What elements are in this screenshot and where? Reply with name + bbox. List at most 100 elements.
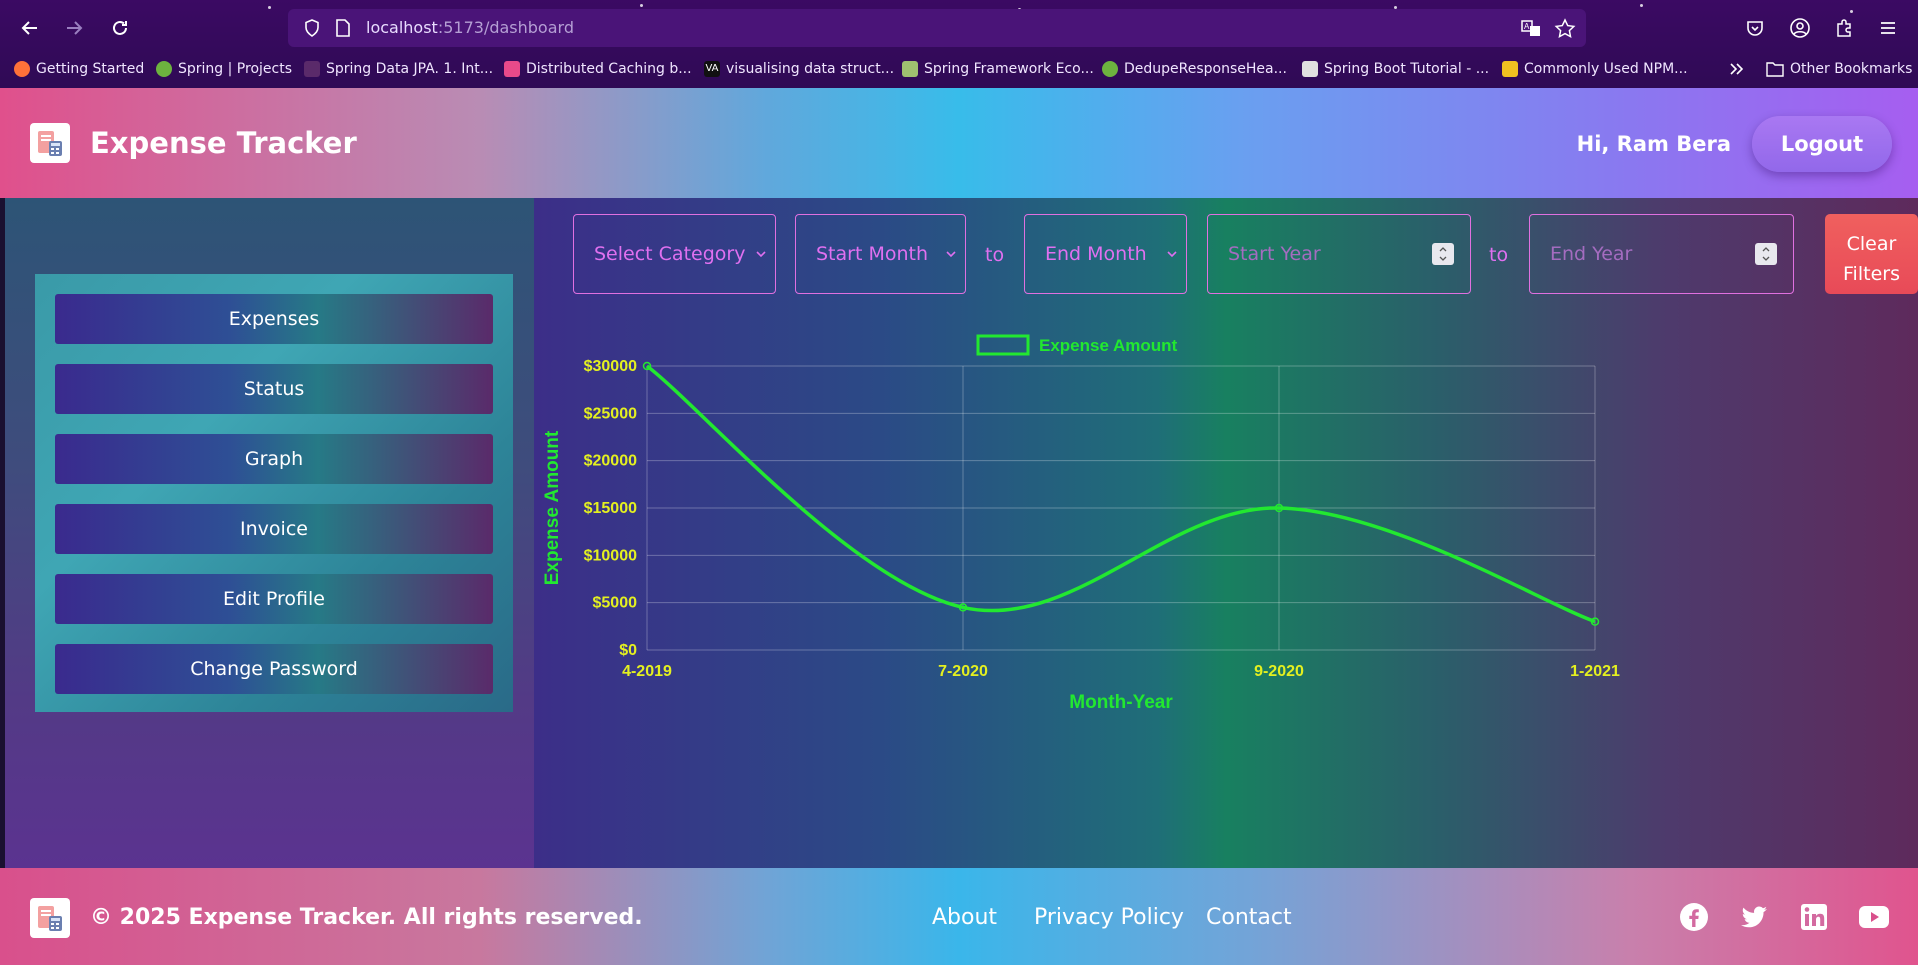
facebook-link[interactable] — [1675, 898, 1713, 936]
bookmark-label: Distributed Caching b... — [526, 61, 692, 77]
back-button[interactable] — [12, 10, 48, 46]
bookmark-label: Commonly Used NPM... — [1524, 61, 1688, 77]
extensions-button[interactable] — [1826, 10, 1862, 46]
bookmarks-bar: Getting Started Spring | Projects Spring… — [0, 58, 1918, 86]
tree-icon — [902, 61, 918, 77]
url-text[interactable]: localhost:5173/dashboard — [366, 18, 574, 37]
arrow-left-icon — [21, 21, 37, 35]
bookmark-label: visualising data struct... — [726, 61, 895, 77]
bookmark-item[interactable]: Commonly Used NPM... — [1502, 61, 1688, 77]
menu-button[interactable] — [1870, 10, 1906, 46]
sidebar-item-invoice[interactable]: Invoice — [55, 504, 493, 554]
app-logo[interactable] — [30, 123, 70, 163]
app-header: Expense Tracker Hi, Ram Bera Logout — [0, 88, 1918, 198]
bookmark-label: Spring Framework Eco... — [924, 61, 1094, 77]
chart-y-tick-label: $25000 — [584, 405, 637, 422]
sidebar-item-expenses[interactable]: Expenses — [55, 294, 493, 344]
url-host: localhost — [366, 18, 438, 37]
bookmark-label: Spring Boot Tutorial - ... — [1324, 61, 1490, 77]
sidebar: Expenses Status Graph Invoice Edit Profi… — [0, 198, 534, 868]
bookmark-item[interactable]: Spring | Projects — [156, 61, 292, 77]
youtube-icon — [1859, 906, 1889, 928]
bookmark-item[interactable]: Spring Boot Tutorial - ... — [1302, 61, 1489, 77]
forward-button[interactable] — [56, 10, 92, 46]
sidebar-item-graph[interactable]: Graph — [55, 434, 493, 484]
reload-button[interactable] — [102, 10, 138, 46]
hamburger-icon — [1881, 22, 1895, 34]
chart-icon — [1302, 61, 1318, 77]
page-icon — [336, 19, 350, 37]
youtube-link[interactable] — [1855, 898, 1893, 936]
bookmark-item[interactable]: Distributed Caching b... — [504, 61, 692, 77]
chart-legend-swatch — [976, 334, 1030, 356]
bookmark-star-icon[interactable] — [1554, 18, 1576, 38]
browser-toolbar: localhost:5173/dashboard A Getting Start… — [0, 0, 1918, 88]
user-greeting: Hi, Ram Bera — [1576, 132, 1731, 156]
site-icon — [304, 61, 320, 77]
chart-y-tick-label: $20000 — [584, 453, 637, 470]
main-content: Select Category Start Month to End Month… — [534, 198, 1918, 868]
chart-legend-label: Expense Amount — [1039, 336, 1178, 355]
chart-y-tick-label: $15000 — [584, 500, 637, 517]
linkedin-link[interactable] — [1795, 898, 1833, 936]
bookmark-label: Getting Started — [36, 61, 145, 77]
sidebar-item-edit-profile[interactable]: Edit Profile — [55, 574, 493, 624]
translate-icon[interactable]: A — [1520, 18, 1542, 38]
copyright-text: © 2025 Expense Tracker. All rights reser… — [90, 905, 643, 930]
double-chevron-icon — [1730, 63, 1744, 75]
footer-logo[interactable] — [30, 898, 70, 938]
account-icon — [1790, 18, 1810, 38]
footer-link-about[interactable]: About — [932, 905, 997, 930]
chart-series-line — [645, 364, 1596, 624]
sidebar-item-status[interactable]: Status — [55, 364, 493, 414]
shield-icon[interactable] — [302, 18, 322, 38]
footer-link-privacy-policy[interactable]: Privacy Policy — [1034, 905, 1184, 930]
other-bookmarks[interactable]: Other Bookmarks — [1766, 61, 1912, 77]
chart-y-tick-label: $10000 — [584, 547, 637, 564]
sidebar-item-change-password[interactable]: Change Password — [55, 644, 493, 694]
sidebar-menu: Expenses Status Graph Invoice Edit Profi… — [35, 274, 513, 712]
bookmark-label: Other Bookmarks — [1790, 61, 1913, 77]
pocket-icon — [1747, 21, 1763, 36]
chart-y-tick-label: $0 — [619, 642, 637, 659]
visualgo-icon: VA — [704, 61, 720, 77]
chart-x-tick-label: 1-2021 — [1570, 663, 1620, 680]
folder-icon — [1766, 62, 1784, 77]
footer-link-contact[interactable]: Contact — [1206, 905, 1292, 930]
firefox-icon — [14, 61, 30, 77]
chart-y-tick-label: $30000 — [584, 358, 637, 375]
puzzle-icon — [1837, 19, 1851, 37]
bookmark-item[interactable]: VA visualising data struct... — [704, 61, 894, 77]
arrow-right-icon — [67, 21, 83, 35]
site-icon — [504, 61, 520, 77]
chart-y-tick-label: $5000 — [593, 595, 638, 612]
w3schools-icon — [1502, 61, 1518, 77]
app-title: Expense Tracker — [90, 126, 357, 160]
chart-x-tick-label: 4-2019 — [622, 663, 672, 680]
logout-button[interactable]: Logout — [1752, 116, 1892, 172]
star-decoration — [1640, 4, 1643, 7]
footer: © 2025 Expense Tracker. All rights reser… — [0, 868, 1918, 965]
calculator-logo-icon — [38, 131, 62, 156]
url-path: :5173/dashboard — [437, 18, 574, 37]
linkedin-icon — [1801, 904, 1827, 930]
twitter-link[interactable] — [1735, 898, 1773, 936]
bookmark-item[interactable]: Spring Data JPA. 1. Int... — [304, 61, 493, 77]
svg-text:A: A — [1524, 22, 1530, 31]
url-bar[interactable]: localhost:5173/dashboard A — [288, 9, 1586, 47]
star-decoration — [640, 4, 643, 7]
account-button[interactable] — [1782, 10, 1818, 46]
bookmark-item[interactable]: DedupeResponseHea... — [1102, 61, 1287, 77]
facebook-icon — [1680, 903, 1708, 931]
pocket-button[interactable] — [1737, 10, 1773, 46]
chart-x-tick-label: 9-2020 — [1254, 663, 1304, 680]
bookmark-label: DedupeResponseHea... — [1124, 61, 1287, 77]
calculator-logo-icon — [38, 906, 62, 931]
bookmark-item[interactable]: Spring Framework Eco... — [902, 61, 1094, 77]
reload-icon — [113, 20, 127, 35]
bookmarks-overflow-button[interactable] — [1728, 61, 1746, 77]
bookmark-item[interactable]: Getting Started — [14, 61, 144, 77]
spring-icon — [1102, 61, 1118, 77]
chart-x-axis-title: Month-Year — [1069, 692, 1173, 713]
chart-y-axis-title: Expense Amount — [542, 430, 563, 585]
